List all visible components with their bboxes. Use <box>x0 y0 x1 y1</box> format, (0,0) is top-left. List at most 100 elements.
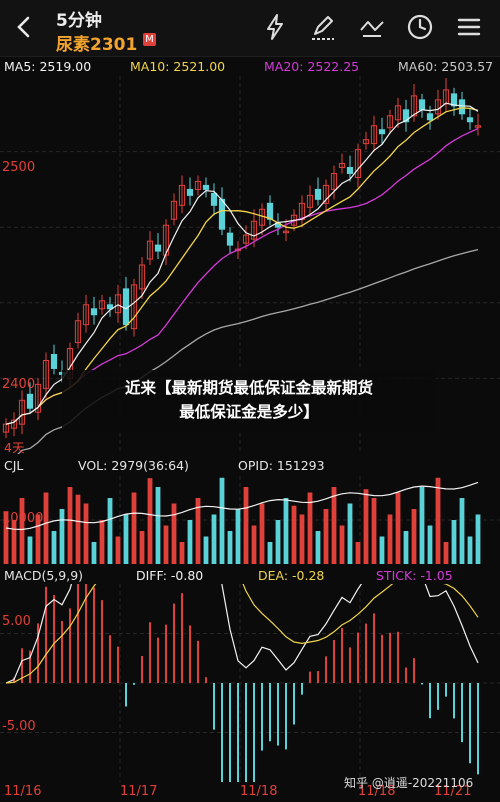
macd-chart <box>0 584 500 782</box>
volume-bar <box>307 492 313 564</box>
candle <box>90 308 98 316</box>
volume-bar <box>363 489 369 564</box>
candle <box>266 202 274 220</box>
contract-symbol[interactable]: 尿素2301 <box>56 30 137 55</box>
back-button[interactable] <box>12 14 38 40</box>
candle <box>314 188 322 200</box>
candle <box>50 354 58 369</box>
candle <box>458 99 466 115</box>
candle <box>418 99 426 111</box>
days-label[interactable]: 4天 <box>4 437 24 456</box>
volume-axis-label: 10000 <box>2 511 44 526</box>
volume-bar <box>283 498 289 564</box>
volume-bar <box>323 509 329 564</box>
volume-bar <box>275 520 281 564</box>
volume-bar <box>219 477 225 564</box>
volume-bar <box>387 514 393 564</box>
candle <box>346 167 354 174</box>
volume-bar <box>403 531 409 564</box>
cjl-label[interactable]: CJL <box>4 458 23 473</box>
watermark: 知乎 @逍遥-20221106 <box>344 776 474 790</box>
volume-bar <box>115 536 121 564</box>
volume-bar <box>179 542 185 564</box>
overlay-line-1: 近来【最新期货最低保证金最新期货 <box>124 379 373 397</box>
draw-icon <box>312 16 334 40</box>
volume-bar <box>163 525 169 564</box>
volume-bar <box>123 514 129 564</box>
volume-bar <box>51 531 57 564</box>
volume-bar <box>395 492 401 564</box>
draw-button[interactable] <box>308 12 338 42</box>
diff-value: DIFF: -0.80 <box>136 568 204 583</box>
volume-bar <box>259 503 265 564</box>
trend-icon <box>360 21 384 37</box>
time-button[interactable] <box>405 12 435 42</box>
volume-chart <box>0 476 500 564</box>
volume-bar <box>443 542 449 564</box>
days-label-row: 4天 <box>0 437 500 456</box>
macd-legend: MACD(5,9,9) DIFF: -0.80 DEA: -0.28 STICK… <box>0 568 500 584</box>
volume-bar <box>235 509 241 564</box>
ma20-value: MA20: 2522.25 <box>264 59 360 74</box>
candle <box>218 198 226 230</box>
candle <box>226 232 234 246</box>
volume-bar <box>459 498 465 564</box>
volume-bar <box>91 542 97 564</box>
volume-bar <box>11 520 17 564</box>
volume-bar <box>355 542 361 564</box>
volume-bar <box>147 478 153 564</box>
volume-bar <box>475 514 481 564</box>
ma60-value: MA60: 2503.57 <box>398 59 494 74</box>
trend-button[interactable] <box>357 12 387 42</box>
volume-bar <box>75 494 81 564</box>
volume-bar <box>59 509 65 564</box>
overlay-line-2: 最低保证金是多少】 <box>179 403 319 421</box>
date-label: 11/18 <box>240 784 278 799</box>
volume-bar <box>347 503 353 564</box>
volume-bar <box>43 492 49 564</box>
date-label: 11/16 <box>4 784 42 799</box>
volume-bar <box>99 520 105 564</box>
dea-value: DEA: -0.28 <box>258 568 325 583</box>
volume-bar <box>291 505 297 564</box>
volume-bar <box>171 503 177 564</box>
clock-icon <box>407 14 433 40</box>
candle <box>26 393 34 409</box>
article-title-overlay: 近来【最新期货最低保证金最新期货 最低保证金是多少】 <box>62 370 436 431</box>
ma-legend: MA5: 2519.00 MA10: 2521.00 MA20: 2522.25… <box>0 59 500 75</box>
volume-bar <box>139 531 145 564</box>
candle <box>186 188 194 196</box>
menu-button[interactable] <box>454 12 484 42</box>
volume-bar <box>331 487 337 564</box>
lightning-icon <box>267 14 283 40</box>
volume-bar <box>371 498 377 564</box>
volume-bar <box>243 487 249 564</box>
vol-value: VOL: 2979(36:64) <box>78 458 189 473</box>
volume-bar <box>251 525 257 564</box>
volume-bar <box>451 520 457 564</box>
top-bar: 5分钟 尿素2301 M <box>0 0 500 57</box>
volume-bar <box>411 509 417 564</box>
main-contract-badge: M <box>143 33 156 46</box>
volume-bar <box>187 520 193 564</box>
volume-bar <box>19 498 25 564</box>
volume-bar <box>339 525 345 564</box>
candle <box>426 113 434 121</box>
volume-bar <box>83 503 89 564</box>
volume-bar <box>27 536 33 564</box>
opid-value: OPID: 151293 <box>238 458 325 473</box>
macd-axis-top: 5.00 <box>2 614 31 629</box>
volume-bar <box>467 536 473 564</box>
volume-bar <box>107 498 113 564</box>
volume-legend: CJL VOL: 2979(36:64) OPID: 151293 <box>0 458 500 474</box>
macd-title[interactable]: MACD(5,9,9) <box>4 568 83 583</box>
volume-bar <box>211 514 217 564</box>
price-axis-2500: 2500 <box>2 160 36 175</box>
candle <box>210 192 218 206</box>
volume-bar <box>427 525 433 564</box>
volume-bar <box>315 531 321 564</box>
lightning-button[interactable] <box>260 12 290 42</box>
date-label: 11/17 <box>120 784 158 799</box>
period-selector[interactable]: 5分钟 <box>56 6 102 31</box>
candle <box>202 184 210 190</box>
